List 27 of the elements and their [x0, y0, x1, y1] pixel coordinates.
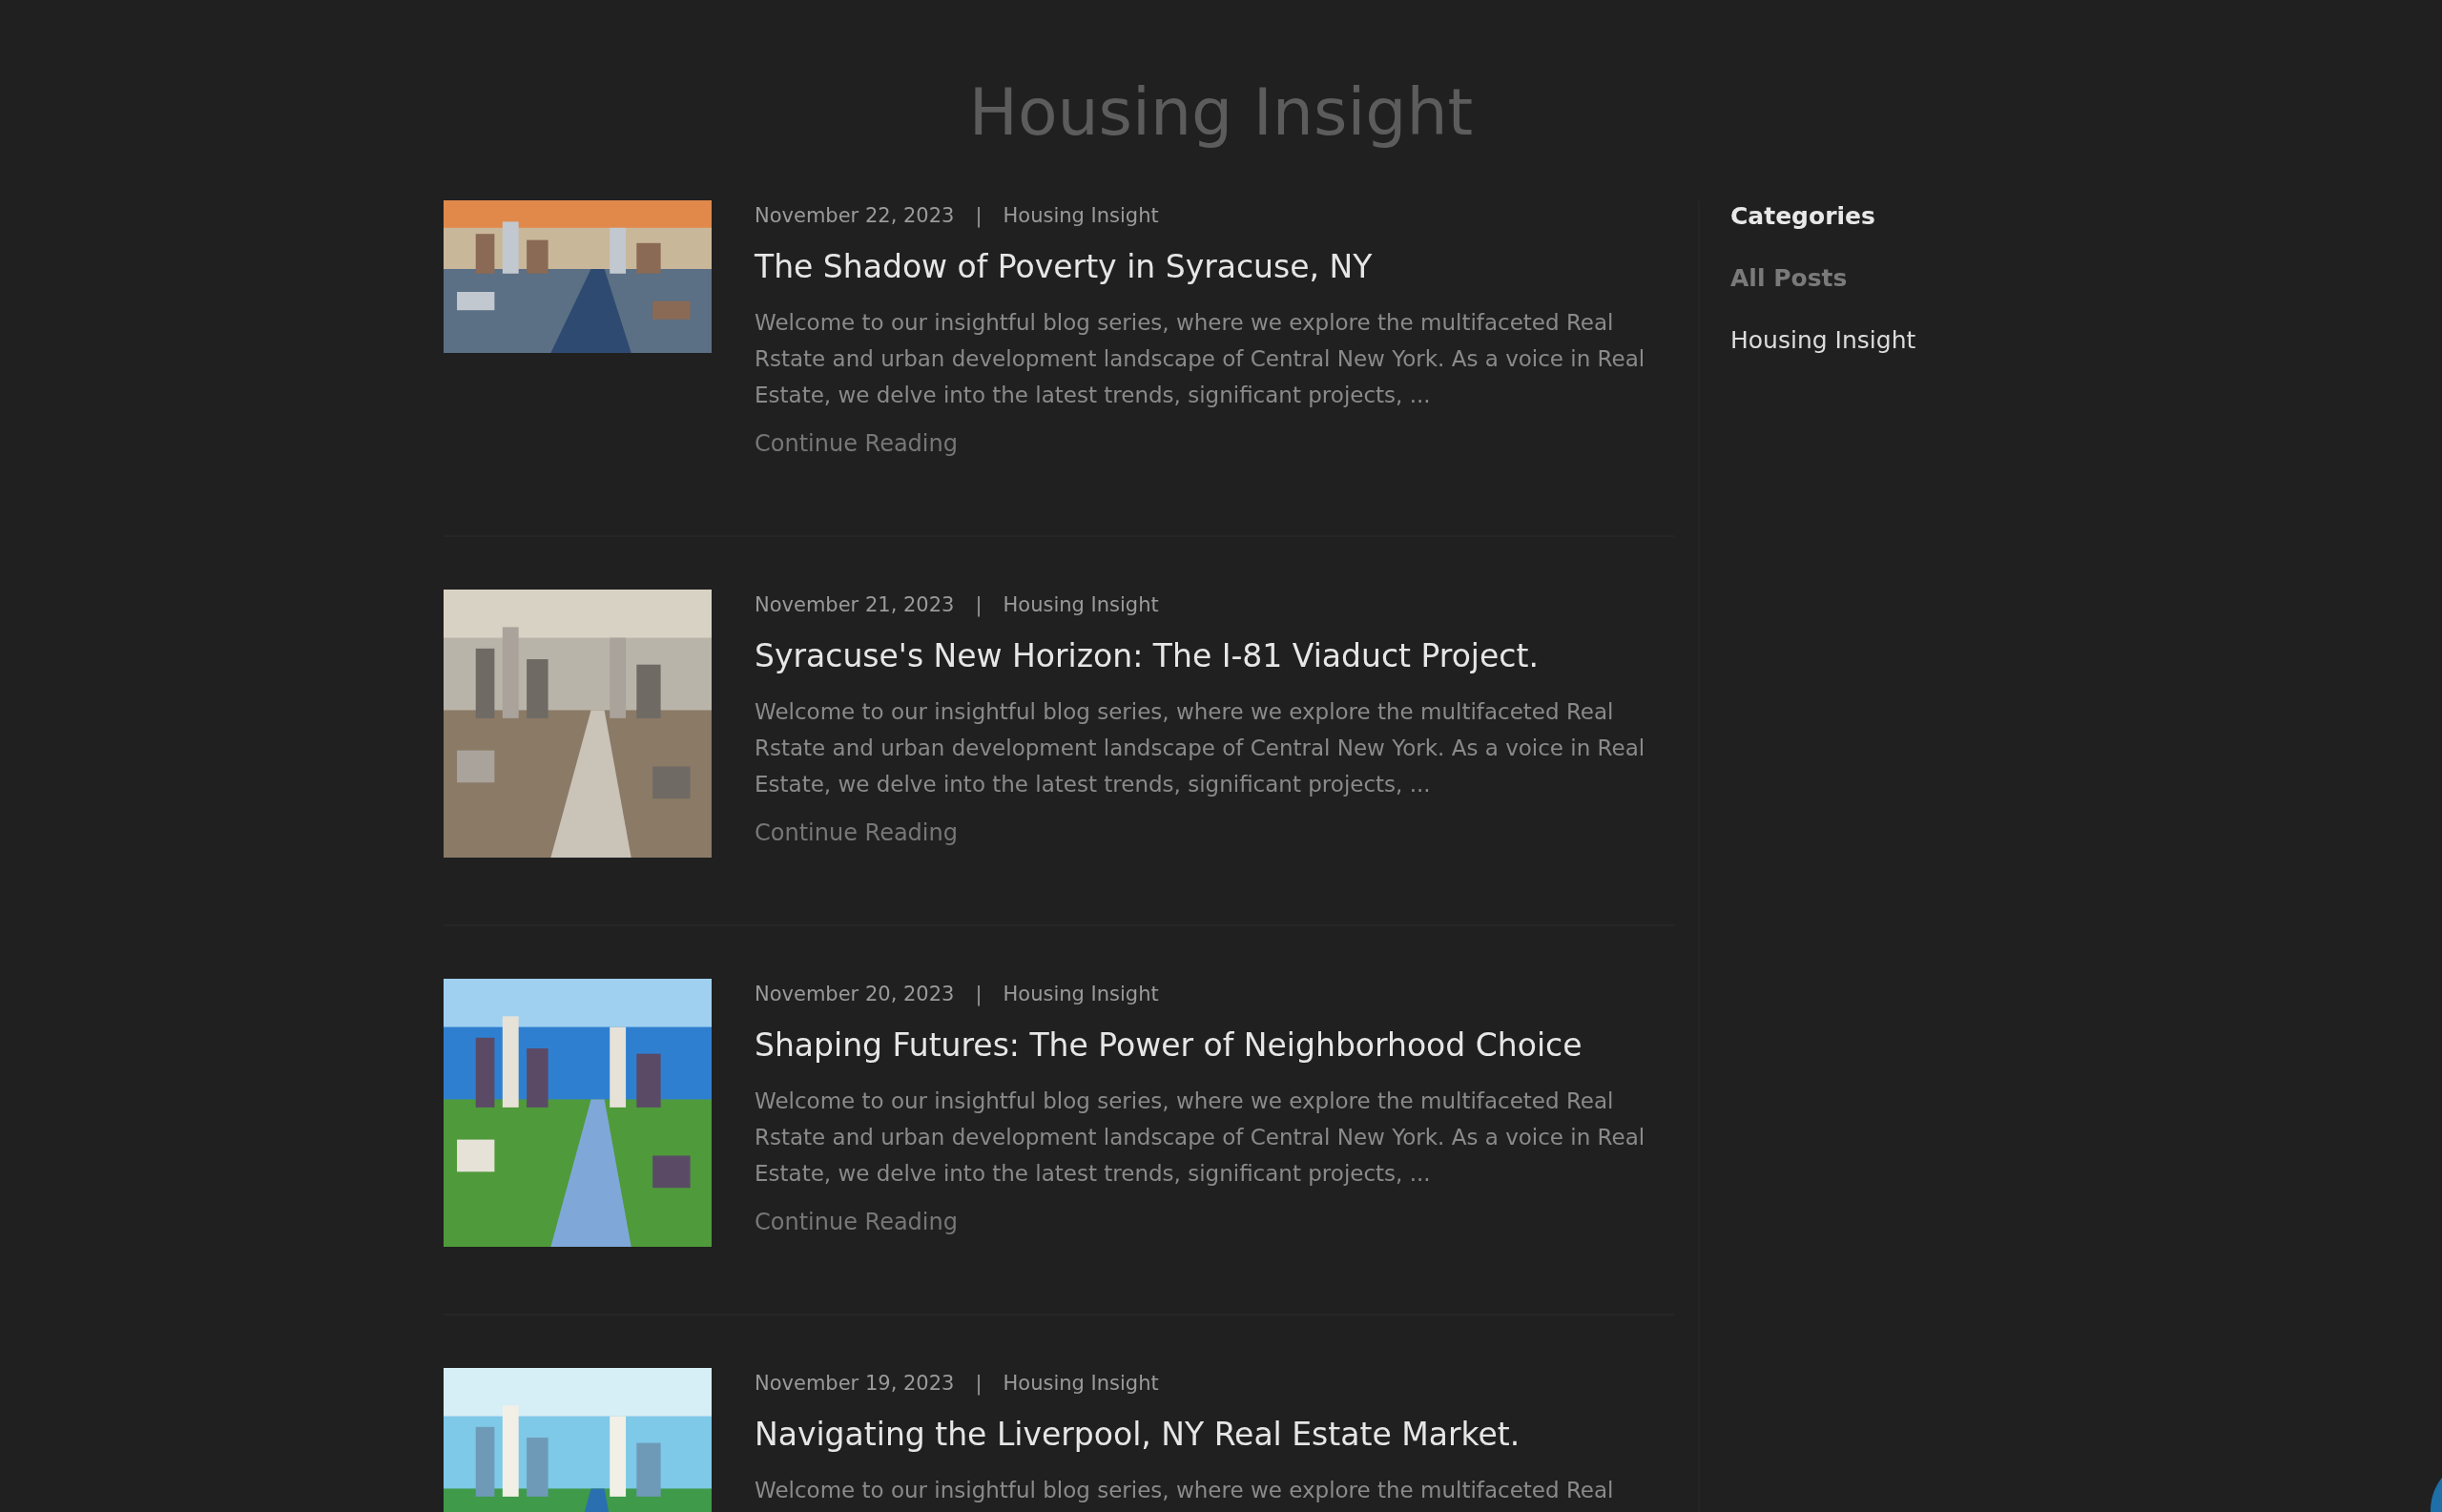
category-link[interactable]: Housing Insight	[1003, 204, 1159, 227]
continue-reading-link[interactable]: Continue Reading	[755, 1209, 1674, 1235]
post-date: November 22, 2023	[755, 204, 955, 227]
separator: |	[975, 204, 983, 227]
post-excerpt: Welcome to our insightful blog series, where we explore the multifaceted Real Rstate and urban development landscape of Central New York. As a voice in Real Estate, we delve into the latest trends, significant projects, ...	[755, 698, 1646, 798]
post-title[interactable]: The Shadow of Poverty in Syracuse, NY	[755, 248, 1674, 285]
post-date: November 21, 2023	[755, 593, 955, 616]
post-excerpt: Welcome to our insightful blog series, where we explore the multifaceted Real Rstate and urban development landscape of Central New York. As a voice in Real Estate, we delve into the latest trends, significant projects, ...	[755, 1087, 1646, 1188]
post-title[interactable]: Shaping Futures: The Power of Neighborhood Choice	[755, 1026, 1674, 1064]
continue-reading-link[interactable]: Continue Reading	[755, 430, 1674, 457]
post-title[interactable]: Navigating the Liverpool, NY Real Estate Market.	[755, 1416, 1674, 1453]
post-date: November 19, 2023	[755, 1372, 955, 1395]
post-excerpt: Welcome to our insightful blog series, where we explore the multifaceted Real Rstate and urban development landscape of Central New York. As a voice in Real Estate, we delve into the latest trends, significant projects, ...	[755, 309, 1646, 409]
separator: |	[975, 983, 983, 1005]
post-excerpt: Welcome to our insightful blog series, where we explore the multifaceted Real	[755, 1477, 1615, 1504]
category-item[interactable]: All Posts	[1730, 264, 1848, 292]
categories-heading: Categories	[1730, 202, 1875, 230]
category-item[interactable]: Housing Insight	[1730, 326, 1916, 354]
post-date: November 20, 2023	[755, 983, 955, 1005]
continue-reading-link[interactable]: Continue Reading	[755, 819, 1674, 846]
category-link[interactable]: Housing Insight	[1003, 983, 1159, 1005]
separator: |	[975, 593, 983, 616]
separator: |	[975, 1372, 983, 1395]
post-title[interactable]: Syracuse's New Horizon: The I-81 Viaduct Project.	[755, 637, 1674, 674]
category-link[interactable]: Housing Insight	[1003, 1372, 1159, 1395]
blog-title: Housing Insight	[967, 73, 1475, 152]
category-link[interactable]: Housing Insight	[1003, 593, 1159, 616]
